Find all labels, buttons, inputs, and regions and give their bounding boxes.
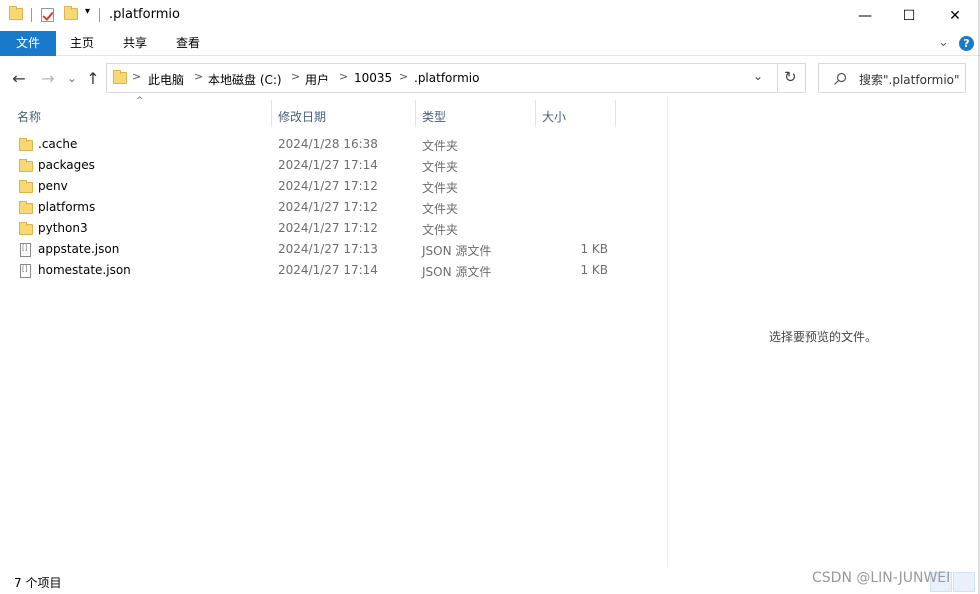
recent-locations-button[interactable]: ⌄ — [62, 68, 82, 88]
breadcrumb-current[interactable]: .platformio — [414, 71, 479, 85]
address-dropdown-icon[interactable]: ⌄ — [753, 69, 763, 83]
file-type: JSON 源文件 — [422, 244, 492, 258]
column-header-type[interactable]: 类型 — [422, 108, 446, 125]
column-separator[interactable] — [415, 100, 416, 127]
file-date: 2024/1/27 17:12 — [278, 179, 378, 193]
file-name: homestate.json — [38, 263, 131, 277]
file-name: platforms — [38, 200, 96, 214]
address-divider — [777, 64, 778, 92]
file-row[interactable]: packages 2024/1/27 17:14 文件夹 — [14, 155, 616, 176]
tab-view[interactable]: 查看 — [166, 31, 210, 56]
file-row[interactable]: .cache 2024/1/28 16:38 文件夹 — [14, 134, 616, 155]
file-row[interactable]: homestate.json 2024/1/27 17:14 JSON 源文件 … — [14, 260, 616, 281]
column-header-date[interactable]: 修改日期 — [278, 108, 326, 125]
breadcrumb-separator[interactable]: > — [132, 70, 141, 83]
sort-ascending-icon: ^ — [136, 96, 144, 106]
search-input[interactable]: 搜索".platformio" — [859, 71, 960, 88]
tab-share[interactable]: 共享 — [113, 31, 157, 56]
breadcrumb-user-folder[interactable]: 10035 — [354, 71, 392, 85]
breadcrumb-separator[interactable]: > — [291, 70, 300, 83]
breadcrumb-local-disk[interactable]: 本地磁盘 (C:) — [208, 71, 282, 88]
file-type: 文件夹 — [422, 202, 459, 216]
maximize-button[interactable]: ☐ — [886, 0, 932, 31]
forward-button[interactable]: → — [38, 68, 58, 88]
breadcrumb-separator[interactable]: > — [194, 70, 203, 83]
watermark: CSDN @LIN-JUNWEI — [812, 570, 951, 586]
file-type: 文件夹 — [422, 160, 459, 174]
large-icons-view-button[interactable] — [953, 572, 975, 592]
window-title: .platformio — [109, 7, 180, 22]
tab-home[interactable]: 主页 — [60, 31, 104, 56]
folder-icon — [113, 70, 127, 84]
json-file-icon — [20, 264, 31, 278]
column-separator[interactable] — [615, 100, 616, 127]
breadcrumb-this-pc[interactable]: 此电脑 — [148, 71, 184, 88]
file-date: 2024/1/27 17:14 — [278, 158, 378, 172]
new-folder-icon[interactable] — [64, 6, 78, 20]
search-box[interactable]: 搜索".platformio" — [818, 63, 966, 93]
column-header-size[interactable]: 大小 — [542, 108, 566, 125]
customize-quick-access-icon[interactable]: ▾ — [85, 6, 90, 17]
folder-icon — [19, 159, 33, 172]
folder-icon — [19, 180, 33, 193]
status-item-count: 7 个项目 — [14, 576, 62, 590]
file-row[interactable]: penv 2024/1/27 17:12 文件夹 — [14, 176, 616, 197]
column-separator[interactable] — [271, 100, 272, 127]
file-name: appstate.json — [38, 242, 120, 256]
up-button[interactable]: ↑ — [83, 68, 103, 88]
breadcrumb-separator[interactable]: > — [399, 70, 408, 83]
ribbon-tabs: 文件 主页 共享 查看 ⌄ ? — [0, 31, 980, 56]
column-separator[interactable] — [535, 100, 536, 127]
help-icon[interactable]: ? — [959, 36, 974, 51]
file-size: 1 KB — [580, 242, 608, 256]
file-name: packages — [38, 158, 95, 172]
file-type: 文件夹 — [422, 139, 459, 153]
column-header-name[interactable]: 名称 — [17, 108, 41, 125]
folder-icon — [19, 222, 33, 235]
file-row[interactable]: appstate.json 2024/1/27 17:13 JSON 源文件 1… — [14, 239, 616, 260]
preview-pane-divider[interactable] — [667, 96, 668, 566]
file-name: .cache — [38, 137, 78, 151]
expand-ribbon-icon[interactable]: ⌄ — [938, 35, 949, 50]
back-button[interactable]: ← — [9, 68, 29, 88]
file-date: 2024/1/27 17:12 — [278, 200, 378, 214]
file-row[interactable]: python3 2024/1/27 17:12 文件夹 — [14, 218, 616, 239]
toolbar-separator — [99, 8, 100, 22]
file-type: 文件夹 — [422, 181, 459, 195]
json-file-icon — [20, 243, 31, 257]
folder-icon — [9, 6, 23, 20]
file-date: 2024/1/28 16:38 — [278, 137, 378, 151]
search-icon — [834, 72, 847, 85]
file-type: 文件夹 — [422, 223, 459, 237]
folder-icon — [19, 201, 33, 214]
file-name: python3 — [38, 221, 88, 235]
preview-message: 选择要预览的文件。 — [769, 330, 878, 344]
file-name: penv — [38, 179, 68, 193]
title-bar: ▾ .platformio — ☐ ✕ — [0, 0, 980, 31]
file-date: 2024/1/27 17:12 — [278, 221, 378, 235]
breadcrumb-separator[interactable]: > — [339, 70, 348, 83]
file-date: 2024/1/27 17:13 — [278, 242, 378, 256]
tab-file[interactable]: 文件 — [0, 31, 56, 56]
minimize-button[interactable]: — — [842, 0, 888, 31]
address-bar[interactable]: > 此电脑 > 本地磁盘 (C:) > 用户 > 10035 > .platfo… — [106, 63, 806, 93]
file-date: 2024/1/27 17:14 — [278, 263, 378, 277]
file-type: JSON 源文件 — [422, 265, 492, 279]
refresh-icon[interactable]: ↻ — [784, 68, 797, 86]
folder-icon — [19, 138, 33, 151]
toolbar-separator — [31, 8, 32, 22]
breadcrumb-users[interactable]: 用户 — [305, 71, 329, 88]
close-button[interactable]: ✕ — [932, 0, 978, 31]
file-size: 1 KB — [580, 263, 608, 277]
file-row[interactable]: platforms 2024/1/27 17:12 文件夹 — [14, 197, 616, 218]
